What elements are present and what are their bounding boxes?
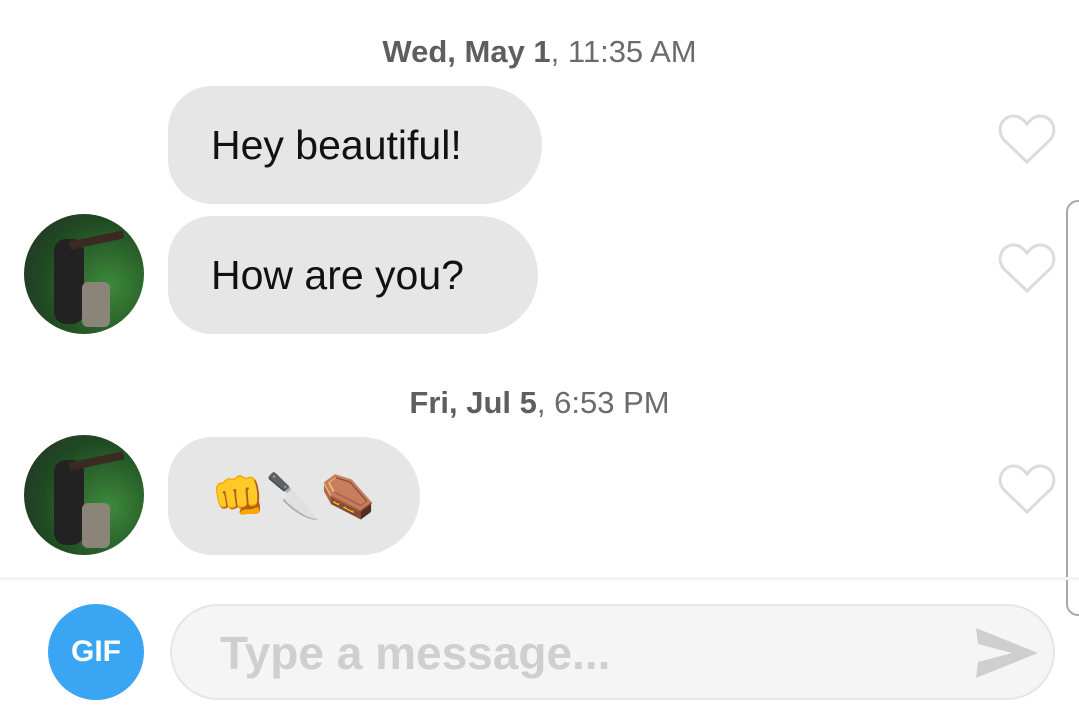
date-time: , 6:53 PM xyxy=(536,385,670,420)
heart-icon[interactable] xyxy=(998,112,1056,166)
message-input[interactable] xyxy=(218,606,962,700)
message-text: How are you? xyxy=(211,251,464,298)
message-input-container[interactable] xyxy=(170,604,1055,700)
avatar[interactable] xyxy=(24,214,144,334)
message-emoji: 👊🔪⚰️ xyxy=(211,472,376,521)
gif-button[interactable]: GIF xyxy=(48,604,144,700)
date-header: Fri, Jul 5, 6:53 PM xyxy=(0,385,1079,421)
scrollbar[interactable] xyxy=(1066,200,1079,616)
message-text: Hey beautiful! xyxy=(211,121,462,168)
divider xyxy=(0,577,1079,580)
date-day: Wed, May 1 xyxy=(382,34,551,69)
send-icon[interactable] xyxy=(974,626,1040,680)
avatar[interactable] xyxy=(24,435,144,555)
date-day: Fri, Jul 5 xyxy=(409,385,537,420)
heart-icon[interactable] xyxy=(998,462,1056,516)
date-time: , 11:35 AM xyxy=(550,34,697,69)
message-bubble[interactable]: How are you? xyxy=(168,216,538,334)
date-header: Wed, May 1, 11:35 AM xyxy=(0,34,1079,70)
heart-icon[interactable] xyxy=(998,241,1056,295)
message-bubble[interactable]: 👊🔪⚰️ xyxy=(168,437,420,555)
message-bubble[interactable]: Hey beautiful! xyxy=(168,86,542,204)
